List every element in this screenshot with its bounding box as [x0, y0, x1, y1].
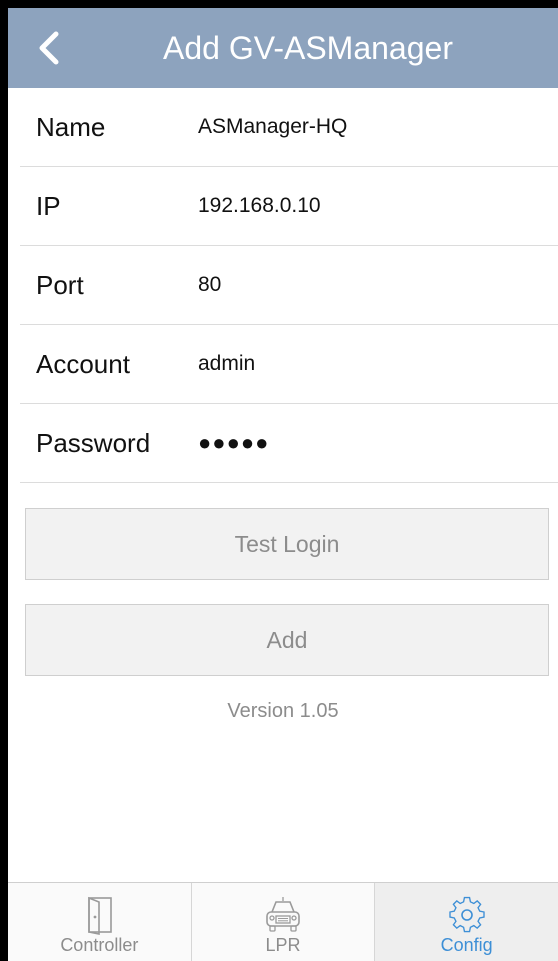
account-field[interactable] [198, 344, 548, 384]
version-label: Version 1.05 [227, 700, 339, 722]
account-label: Account [36, 349, 130, 379]
add-button[interactable]: Add [25, 604, 549, 676]
tab-bar: Controller LPR Config [8, 882, 558, 961]
tab-lpr-label: LPR [265, 935, 301, 955]
server-form: Name IP Port Account Password [8, 88, 558, 483]
tab-controller-label: Controller [60, 935, 139, 955]
ip-field[interactable] [198, 186, 548, 226]
door-icon [88, 896, 113, 935]
test-login-button[interactable]: Test Login [25, 508, 549, 580]
tab-controller[interactable]: Controller [8, 883, 191, 961]
port-field[interactable] [198, 265, 548, 305]
tab-lpr[interactable]: LPR [190, 883, 375, 961]
form-row-name: Name [20, 88, 558, 167]
tab-config[interactable]: Config [374, 883, 558, 961]
chevron-left-icon [39, 31, 59, 65]
password-label: Password [36, 428, 151, 458]
form-row-port: Port [20, 246, 558, 325]
form-row-account: Account [20, 325, 558, 404]
ip-label: IP [36, 191, 61, 221]
nav-header: Add GV-ASManager [8, 8, 558, 88]
name-label: Name [36, 112, 106, 142]
back-button[interactable] [30, 26, 74, 70]
form-row-ip: IP [20, 167, 558, 246]
page-title: Add GV-ASManager [163, 30, 453, 66]
name-field[interactable] [198, 107, 548, 147]
form-row-password: Password [20, 404, 558, 483]
app-screen: Add GV-ASManager Name IP Port Account Pa… [8, 8, 558, 961]
car-icon [266, 897, 300, 932]
port-label: Port [36, 270, 84, 300]
password-field[interactable] [198, 423, 548, 463]
tab-config-label: Config [440, 935, 493, 955]
gear-icon [448, 896, 485, 933]
